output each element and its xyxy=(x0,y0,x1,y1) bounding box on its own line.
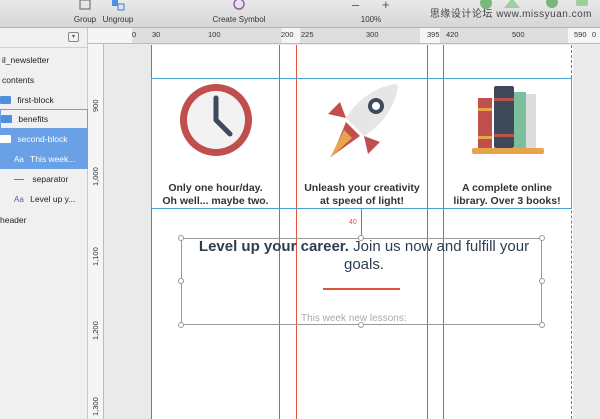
sidebar-item-label: This week... xyxy=(30,154,76,164)
ruler-tick: 1,200 xyxy=(91,321,100,340)
ruler-tick: 0 xyxy=(132,30,137,39)
artboard[interactable] xyxy=(151,45,573,419)
sidebar-item-label: separator xyxy=(32,174,69,184)
zoom-in-icon[interactable]: + xyxy=(382,0,390,12)
sidebar-item-contents[interactable]: contents xyxy=(0,70,88,90)
ruler-tick: 30 xyxy=(152,30,161,39)
ruler-tick: 590 xyxy=(574,30,587,39)
ruler-tick: 500 xyxy=(512,30,525,39)
ruler-tick: 0 xyxy=(592,30,597,39)
sidebar-item-label: il_newsletter xyxy=(2,55,50,65)
ungroup-icon xyxy=(112,0,125,11)
ruler-tick: 1,100 xyxy=(91,247,100,266)
group-button[interactable]: Group xyxy=(70,0,100,24)
text-layer-icon: Aa xyxy=(14,155,24,164)
ruler-tick: 100 xyxy=(208,30,221,39)
folder-icon xyxy=(1,115,12,123)
sidebar-item-label: first-block xyxy=(17,95,54,105)
sidebar-item-label: header xyxy=(0,215,27,225)
ruler-tick: 420 xyxy=(446,30,459,39)
ruler-tick: 300 xyxy=(366,30,379,39)
sidebar-header: ▾ xyxy=(0,28,87,48)
sidebar-item-label: Level up y... xyxy=(30,194,76,204)
create-symbol-label: Create Symbol xyxy=(212,15,266,24)
sidebar-item-label: second-block xyxy=(17,134,68,144)
ruler-highlight xyxy=(440,28,568,43)
ruler-tick: 1,300 xyxy=(91,397,100,416)
ruler-tick: 1,000 xyxy=(91,167,100,186)
folder-icon xyxy=(0,135,11,143)
sidebar-item-separator[interactable]: separator xyxy=(0,169,88,189)
sidebar-item-header[interactable]: header xyxy=(0,210,88,230)
folder-icon xyxy=(0,96,11,104)
toolbar: Group Ungroup Create Symbol – + 100% 思缘设… xyxy=(0,0,600,28)
ruler-tick: 900 xyxy=(91,99,100,112)
zoom-control[interactable]: – + 100% xyxy=(350,0,392,24)
ruler-highlight xyxy=(300,28,420,43)
chevron-down-icon[interactable]: ▾ xyxy=(68,32,79,42)
canvas[interactable] xyxy=(105,45,600,419)
sidebar-item-label: contents xyxy=(2,75,35,85)
sidebar-item-level-up[interactable]: Aa Level up y... xyxy=(0,189,88,209)
sidebar-item-label: benefits xyxy=(18,114,49,124)
watermark-text: 思缘设计论坛 www.missyuan.com xyxy=(429,9,592,20)
sidebar-item-page[interactable]: il_newsletter xyxy=(0,50,88,70)
sidebar-item-second-block[interactable]: second-block xyxy=(0,129,88,149)
horizontal-ruler: 0 30 100 200 225 300 395 420 500 590 0 xyxy=(88,28,600,44)
ungroup-label: Ungroup xyxy=(102,15,134,24)
group-icon xyxy=(79,0,91,10)
zoom-level: 100% xyxy=(360,15,382,24)
layers-sidebar: ▾ il_newsletter contents first-block ben… xyxy=(0,28,88,419)
sidebar-item-first-block[interactable]: first-block xyxy=(0,90,88,110)
ungroup-button[interactable]: Ungroup xyxy=(100,0,136,24)
zoom-out-icon[interactable]: – xyxy=(352,0,359,12)
ruler-tick: 395 xyxy=(427,30,440,39)
vertical-ruler: 900 1,000 1,100 1,200 1,300 xyxy=(88,44,104,419)
sidebar-item-this-week[interactable]: Aa This week... xyxy=(0,149,88,169)
text-layer-icon: Aa xyxy=(14,195,24,204)
line-layer-icon xyxy=(14,179,24,181)
group-label: Group xyxy=(73,15,97,24)
ruler-tick: 200 xyxy=(281,30,294,39)
symbol-icon xyxy=(233,0,245,10)
sidebar-item-benefits[interactable]: benefits xyxy=(0,109,88,129)
ruler-tick: 225 xyxy=(301,30,314,39)
create-symbol-button[interactable]: Create Symbol xyxy=(208,0,270,24)
